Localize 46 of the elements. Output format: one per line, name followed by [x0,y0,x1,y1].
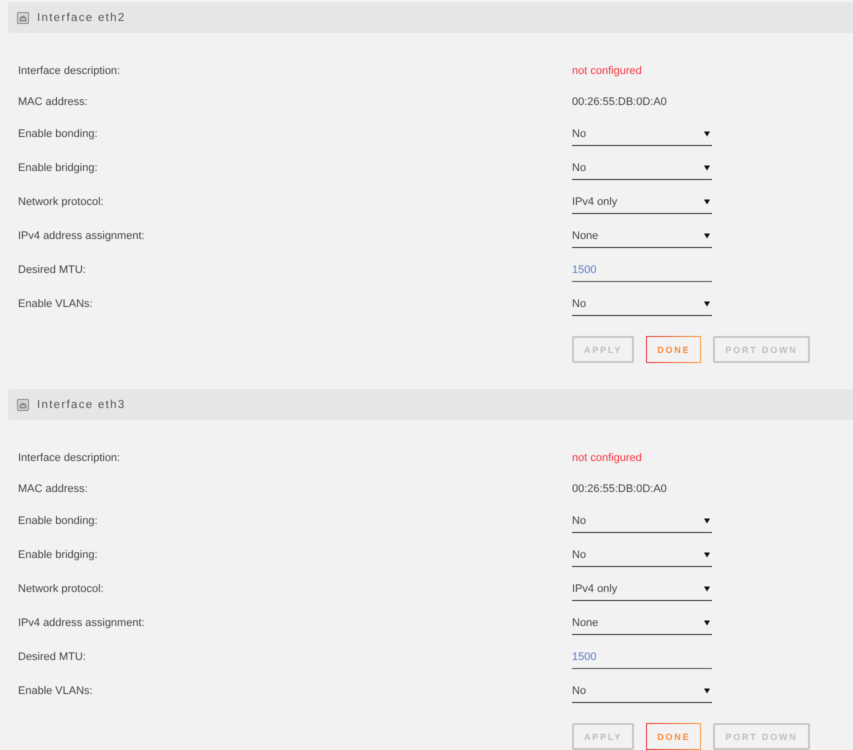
field-label: Enable bonding: [18,515,98,527]
caret-icon [704,688,710,694]
caret-icon [704,552,710,558]
caret-icon [704,300,710,306]
field-label: Desired MTU: [18,651,86,663]
port-icon [17,398,29,410]
caret-icon [704,130,710,136]
status-text: not configured [572,452,642,464]
input-field[interactable]: 1500 [572,645,712,669]
field-label: MAC address: [18,96,88,108]
field-label: Interface description: [18,452,120,464]
caret-icon [704,586,710,592]
status-text: not configured [572,64,642,76]
field-label: Enable VLANs: [18,298,93,310]
field-label: IPv4 address assignment: [18,230,145,242]
field-label: Desired MTU: [18,264,86,276]
dropdown[interactable]: IPv4 only [572,577,712,601]
field-label: MAC address: [18,482,88,494]
value-text: 00:26:55:DB:0D:A0 [572,96,667,108]
caret-icon [704,232,710,238]
field-label: Interface description: [18,64,120,76]
caret-icon [704,518,710,524]
field-label: Enable bonding: [18,128,98,140]
caret-icon [704,164,710,170]
input-field[interactable]: 1500 [572,258,712,282]
dropdown[interactable]: None [572,224,712,248]
section-title: Interface eth2 [37,12,126,24]
dropdown[interactable]: No [572,509,712,533]
field-label: Enable bridging: [18,162,98,174]
dropdown[interactable]: No [572,292,712,316]
dropdown[interactable]: No [572,679,712,703]
field-label: IPv4 address assignment: [18,617,145,629]
section-title: Interface eth3 [37,398,126,410]
field-label: Enable bridging: [18,549,98,561]
port-icon [17,12,29,24]
dropdown[interactable]: No [572,543,712,567]
field-label: Network protocol: [18,583,104,595]
value-text: 00:26:55:DB:0D:A0 [572,482,667,494]
dropdown[interactable]: No [572,156,712,180]
caret-icon [704,620,710,626]
dropdown[interactable]: IPv4 only [572,190,712,214]
dropdown[interactable]: No [572,122,712,146]
field-label: Enable VLANs: [18,685,93,697]
caret-icon [704,198,710,204]
dropdown[interactable]: None [572,611,712,635]
field-label: Network protocol: [18,196,104,208]
